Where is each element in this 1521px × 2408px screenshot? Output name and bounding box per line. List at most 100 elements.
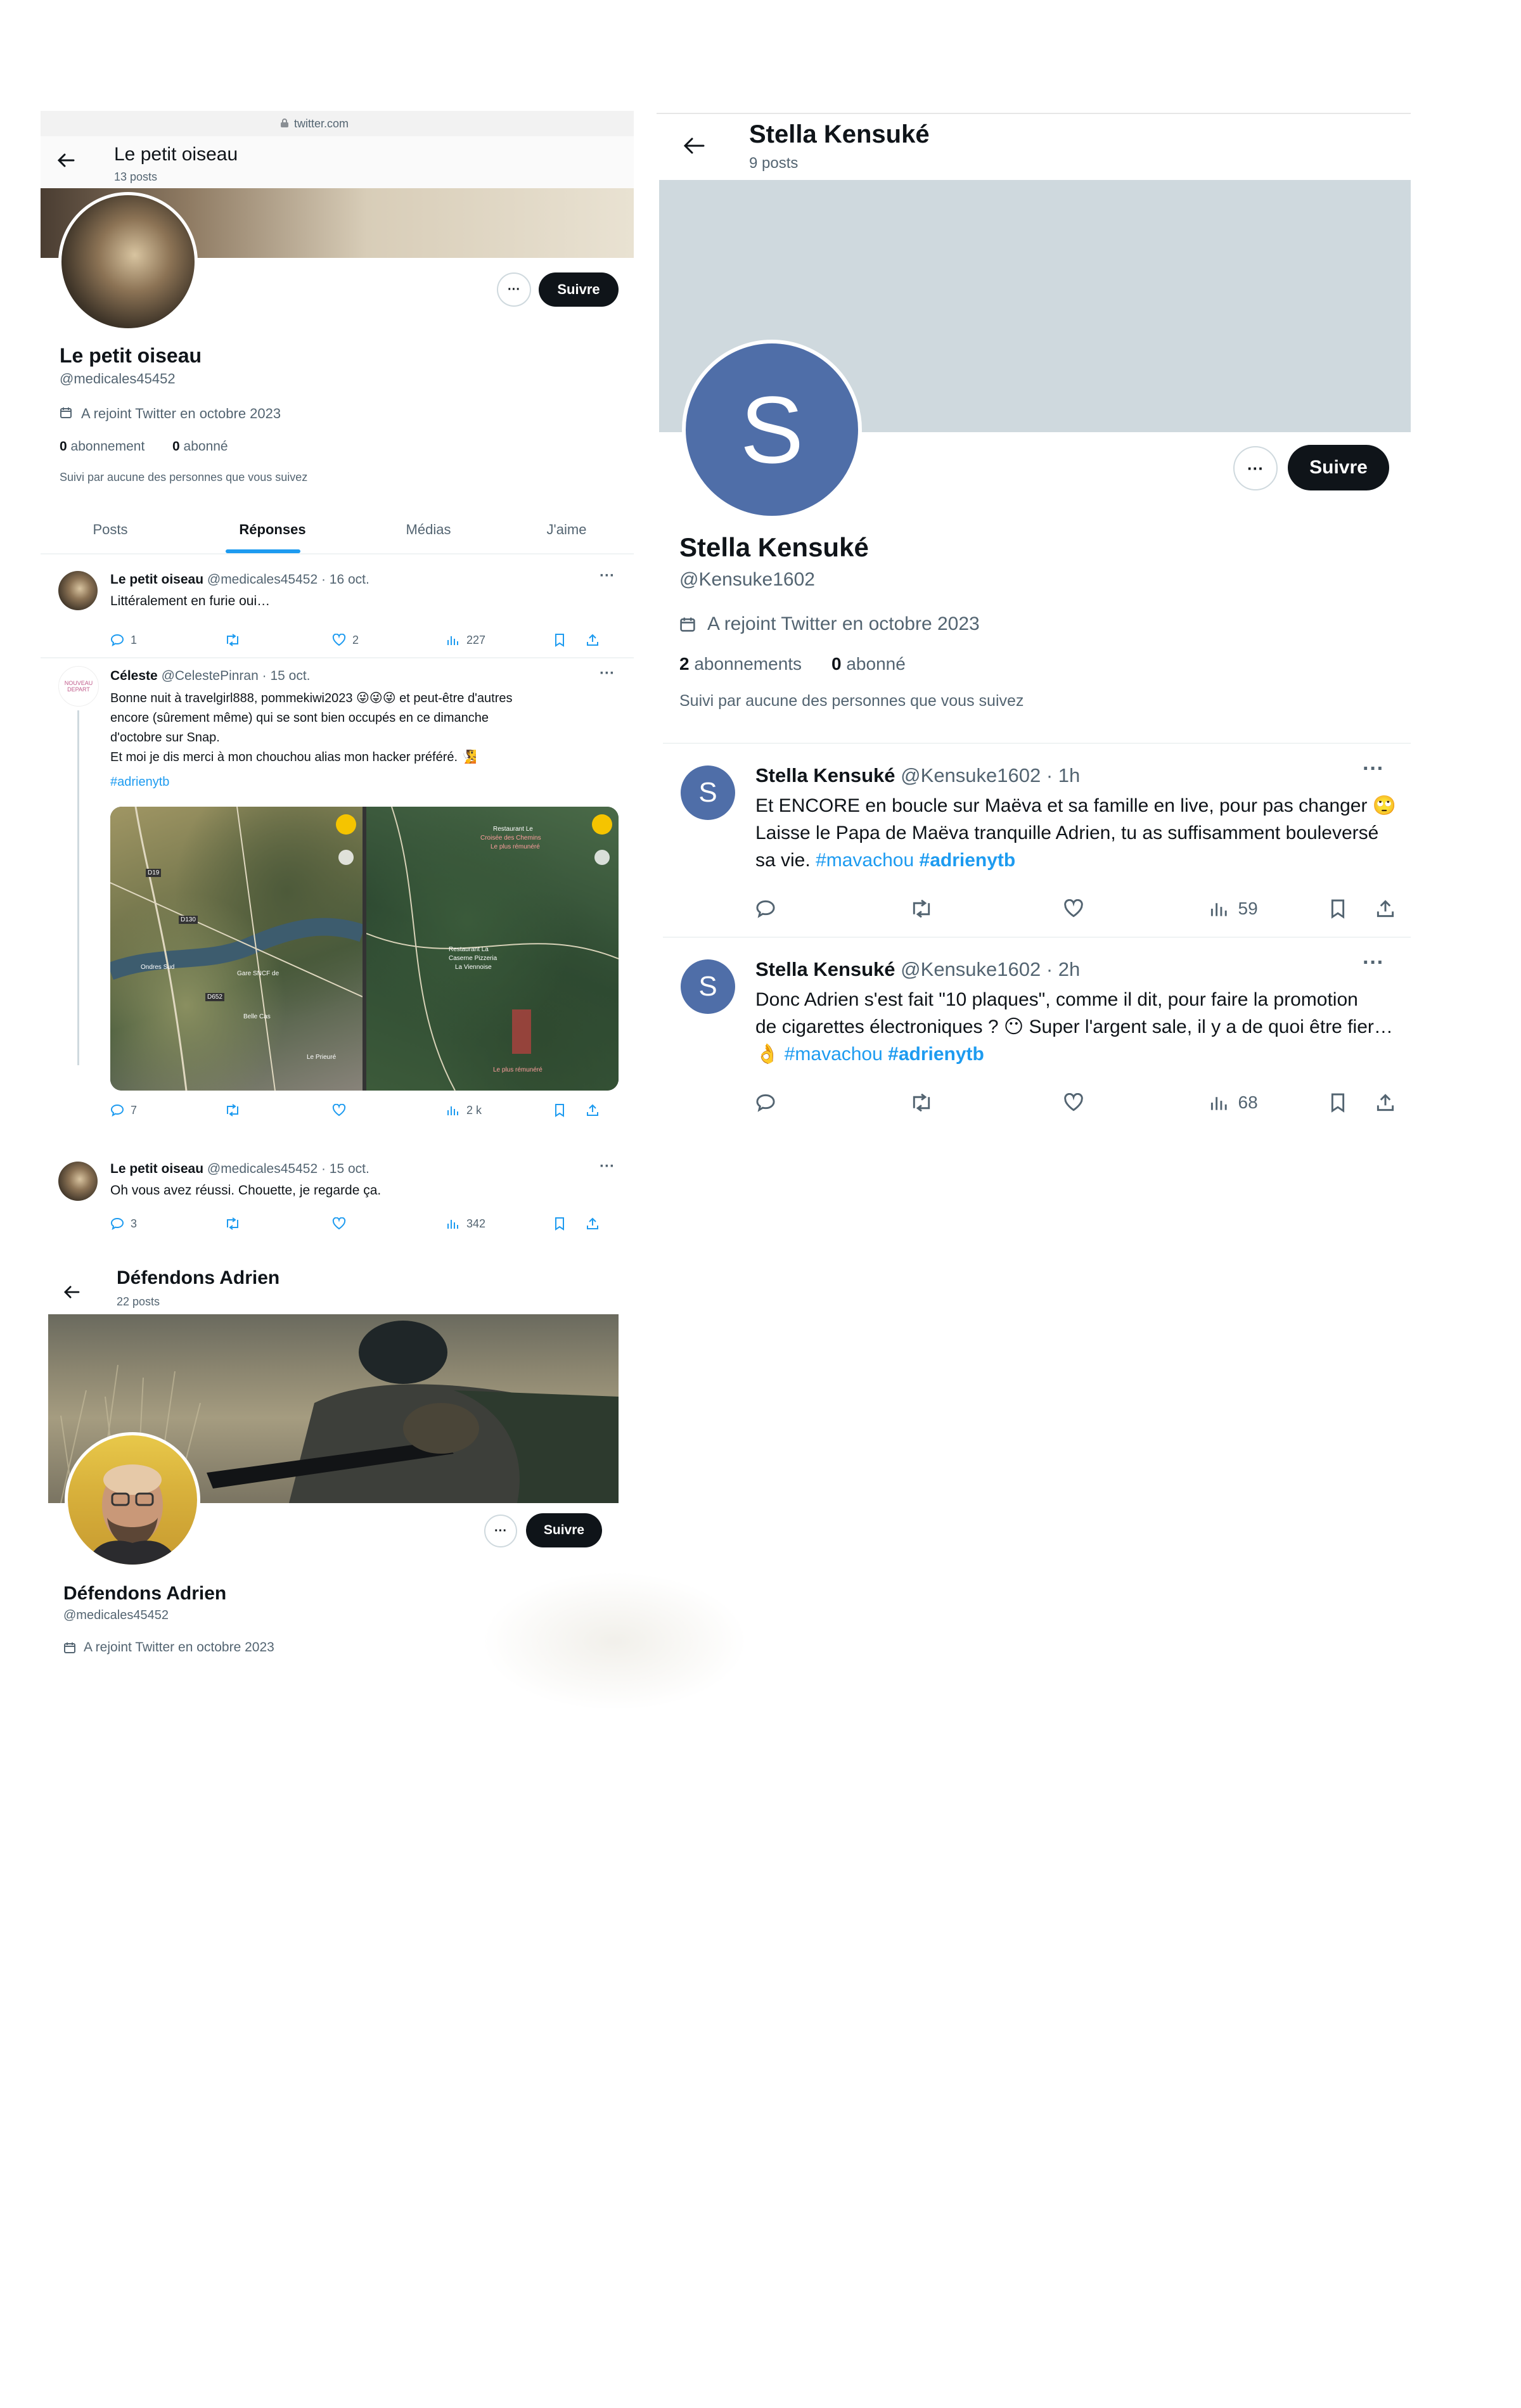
tweet-text: Littéralement en furie oui… (110, 594, 271, 608)
followers-stat[interactable]: 0 abonné (172, 439, 228, 454)
heart-icon (1063, 1093, 1084, 1112)
follow-button[interactable]: Suivre (526, 1513, 602, 1547)
back-arrow-icon[interactable] (683, 137, 705, 155)
view-count: 2 k (466, 1103, 482, 1117)
tweet-header: Stella Kensuké @Kensuke1602 · 2h (755, 958, 1080, 981)
tweet-avatar[interactable]: S (681, 765, 735, 820)
views-button[interactable]: 227 (446, 634, 554, 647)
like-button[interactable]: 2 (332, 634, 446, 647)
avatar-letter: S (740, 376, 804, 483)
like-button[interactable] (1063, 1093, 1209, 1112)
tweet-hashtag[interactable]: #mavachou (785, 1044, 883, 1065)
share-button[interactable] (1375, 1092, 1396, 1113)
views-icon (1209, 1093, 1229, 1112)
map-image-left[interactable]: D19 D130 Ondres Sud Gare SNCF de D652 Be… (110, 807, 363, 1091)
reply-icon (110, 1217, 124, 1230)
profile-avatar[interactable] (58, 192, 198, 331)
like-button[interactable] (332, 1104, 446, 1117)
retweet-button[interactable] (224, 634, 332, 646)
tweet-author-name: Le petit oiseau (110, 1162, 204, 1176)
more-options-button[interactable]: ··· (1233, 446, 1278, 490)
tab-media[interactable]: Médias (365, 522, 492, 538)
retweet-button[interactable] (909, 899, 1063, 918)
tweet-avatar[interactable]: NOUVEAU DEPART (58, 666, 99, 707)
follow-button[interactable]: Suivre (1288, 445, 1389, 490)
tweet-more-icon[interactable]: ··· (600, 567, 615, 585)
tweet-more-icon[interactable]: ··· (600, 1158, 615, 1175)
avatar-label: NOUVEAU DEPART (64, 680, 93, 693)
tweet-item[interactable]: S Stella Kensuké @Kensuke1602 · 2h ··· D… (657, 943, 1411, 1114)
thread-line (77, 710, 79, 1065)
map-label: Restaurant Le (493, 826, 533, 833)
tweet-item[interactable]: S Stella Kensuké @Kensuke1602 · 1h ··· E… (657, 749, 1411, 937)
profile-avatar[interactable] (65, 1432, 200, 1568)
view-count: 59 (1238, 899, 1258, 918)
joined-date: A rejoint Twitter en octobre 2023 (707, 613, 980, 634)
tweet-more-icon[interactable]: ··· (1363, 951, 1384, 975)
tweet-media[interactable]: D19 D130 Ondres Sud Gare SNCF de D652 Be… (110, 807, 619, 1091)
following-stat[interactable]: 2 abonnements (679, 654, 802, 674)
tweet-avatar[interactable]: S (681, 959, 735, 1014)
tweet-more-icon[interactable]: ··· (1363, 757, 1384, 781)
tweet-item[interactable]: Le petit oiseau @medicales45452 · 16 oct… (41, 562, 634, 657)
bookmark-button[interactable] (1330, 1092, 1375, 1113)
like-button[interactable] (332, 1217, 446, 1230)
views-button[interactable]: 342 (446, 1217, 554, 1231)
map-label: Restaurant La (449, 946, 489, 953)
views-button[interactable]: 2 k (446, 1104, 554, 1117)
share-button[interactable] (1375, 899, 1396, 919)
views-button[interactable]: 59 (1209, 899, 1330, 919)
tweet-hashtag[interactable]: #adrienytb (888, 1044, 984, 1065)
like-button[interactable] (1063, 899, 1209, 918)
tweet-avatar[interactable] (58, 1162, 98, 1201)
reply-button[interactable] (755, 899, 909, 918)
back-arrow-icon[interactable] (57, 153, 75, 168)
reply-button[interactable] (755, 1093, 909, 1112)
bookmark-button[interactable] (554, 1103, 586, 1117)
tweet-avatar[interactable] (58, 571, 98, 610)
more-dots-icon: ··· (494, 1523, 507, 1538)
tweet-hashtag[interactable]: #adrienytb (110, 775, 169, 790)
follow-button[interactable]: Suivre (539, 272, 619, 307)
tab-label: J'aime (546, 522, 587, 537)
tweet-text-line: de cigarettes électroniques ? 😶 Super l'… (755, 1016, 1393, 1037)
browser-url-bar[interactable]: twitter.com (41, 111, 634, 136)
reply-button[interactable]: 1 (110, 634, 224, 647)
map-label: Le plus rémunéré (493, 1066, 542, 1073)
bookmark-button[interactable] (554, 1217, 586, 1231)
tab-likes[interactable]: J'aime (510, 522, 624, 538)
profile-avatar[interactable]: S (682, 340, 862, 520)
more-options-button[interactable]: ··· (484, 1515, 517, 1547)
tweet-item[interactable]: Le petit oiseau @medicales45452 · 15 oct… (41, 1156, 634, 1223)
back-arrow-icon[interactable] (63, 1285, 80, 1299)
reply-button[interactable]: 7 (110, 1104, 224, 1117)
views-button[interactable]: 68 (1209, 1092, 1330, 1113)
share-button[interactable] (586, 633, 600, 647)
bookmark-button[interactable] (1330, 899, 1375, 919)
retweet-button[interactable] (224, 1217, 332, 1230)
tab-replies[interactable]: Réponses (203, 522, 342, 538)
share-button[interactable] (586, 1217, 600, 1231)
tweet-item[interactable]: NOUVEAU DEPART Céleste @CelestePinran · … (41, 662, 634, 1117)
share-button[interactable] (586, 1103, 600, 1117)
tab-posts[interactable]: Posts (53, 522, 167, 538)
retweet-button[interactable] (909, 1093, 1063, 1112)
header-post-count: 22 posts (117, 1295, 160, 1308)
profile-handle: @Kensuke1602 (679, 569, 815, 590)
lock-icon (280, 118, 289, 128)
following-stat[interactable]: 0 abonnement (60, 439, 144, 454)
reply-icon (755, 899, 776, 918)
more-dots-icon: ··· (1247, 458, 1264, 478)
more-options-button[interactable]: ··· (497, 272, 531, 307)
header-post-count: 13 posts (114, 170, 158, 183)
map-image-right[interactable]: Restaurant Le Croisée des Chemins Le plu… (366, 807, 619, 1091)
followers-stat[interactable]: 0 abonné (831, 654, 906, 674)
reply-button[interactable]: 3 (110, 1217, 224, 1231)
tweet-hashtag[interactable]: #adrienytb (920, 850, 1016, 871)
tweet-hashtag[interactable]: #mavachou (816, 850, 914, 871)
followed-by-text: Suivi par aucune des personnes que vous … (679, 692, 1024, 710)
tweet-more-icon[interactable]: ··· (600, 665, 615, 682)
bookmark-button[interactable] (554, 633, 586, 647)
tweet-text-line: 👌 #mavachou #adrienytb (755, 1041, 1393, 1068)
retweet-button[interactable] (224, 1104, 332, 1117)
